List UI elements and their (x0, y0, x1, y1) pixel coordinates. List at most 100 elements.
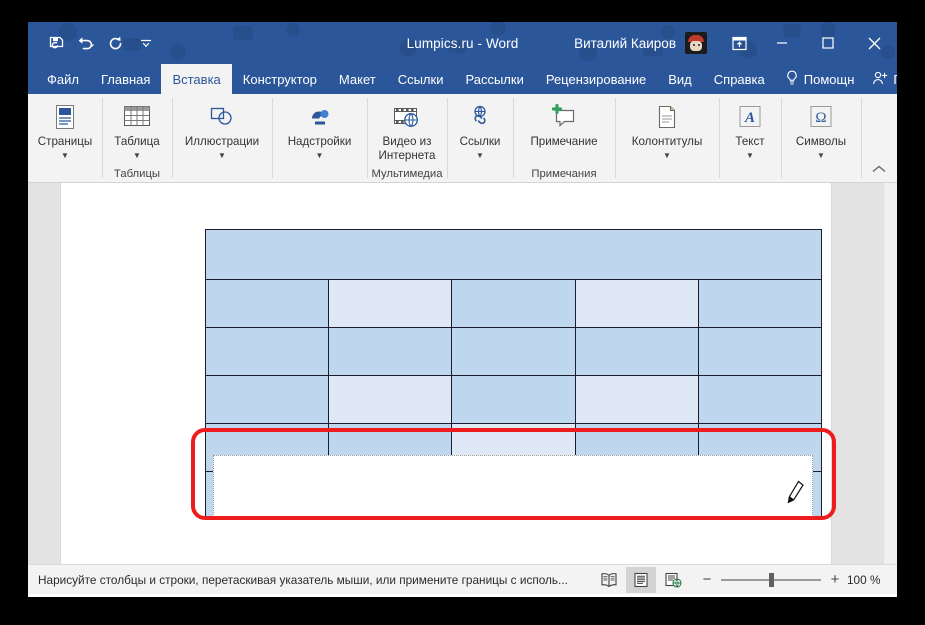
group-title-tables: Таблицы (113, 168, 161, 180)
pages-button[interactable]: Страницы ▼ (28, 99, 102, 160)
titlebar-right: Виталий Каиров (574, 22, 897, 64)
symbols-button[interactable]: Ω Символы ▼ (786, 99, 856, 160)
undo-icon[interactable] (72, 30, 100, 56)
omega-icon: Ω (805, 101, 837, 133)
maximize-button[interactable] (805, 22, 851, 64)
header-footer-button[interactable]: Колонтитулы ▼ (622, 99, 713, 160)
tab-view[interactable]: Вид (657, 64, 703, 94)
table-cell[interactable] (204, 375, 330, 424)
svg-text:A: A (744, 110, 755, 126)
tell-me-label: Помощн (803, 71, 855, 87)
link-icon (464, 101, 496, 133)
tab-design[interactable]: Конструктор (232, 64, 328, 94)
table-cell[interactable] (697, 327, 823, 376)
table-cell[interactable] (328, 279, 453, 328)
table-cell[interactable] (204, 327, 330, 376)
zoom-in-button[interactable]: + (827, 572, 843, 587)
close-button[interactable] (851, 22, 897, 64)
tab-insert[interactable]: Вставка (161, 64, 232, 94)
tab-layout[interactable]: Макет (328, 64, 387, 94)
collapse-ribbon-icon[interactable] (871, 161, 887, 179)
new-comment-button[interactable]: Примечание (520, 99, 607, 149)
save-icon[interactable] (42, 30, 70, 56)
customize-qat-icon[interactable] (132, 30, 160, 56)
drawn-table-cell[interactable] (213, 455, 813, 517)
table-cell[interactable] (574, 327, 699, 376)
header-footer-caret-icon[interactable]: ▼ (663, 151, 671, 160)
addins-button[interactable]: Надстройки ▼ (278, 99, 362, 160)
status-bar: Нарисуйте столбцы и строки, перетаскивая… (28, 564, 897, 594)
addins-label: Надстройки (287, 135, 352, 148)
table-row[interactable] (204, 375, 823, 424)
text-caret-icon[interactable]: ▼ (746, 151, 754, 160)
pages-label: Страницы (37, 135, 93, 148)
illustrations-button[interactable]: Иллюстрации ▼ (175, 99, 269, 160)
print-layout-view-button[interactable] (626, 566, 656, 593)
header-footer-icon (651, 101, 683, 133)
table-cell[interactable] (697, 279, 823, 328)
word-window: Lumpics.ru - Word Виталий Каиров Файл Гл… (28, 22, 897, 597)
zoom-level-label[interactable]: 100 % (847, 573, 887, 587)
table-button[interactable]: Таблица ▼ (104, 99, 169, 160)
tell-me-box[interactable]: Помощн (776, 64, 864, 94)
illustrations-icon (206, 101, 238, 133)
table-cell[interactable] (697, 375, 823, 424)
table-cell-merged-header[interactable] (205, 229, 822, 280)
new-comment-label: Примечание (530, 135, 598, 148)
table-caret-icon[interactable]: ▼ (133, 151, 141, 160)
table-cell[interactable] (328, 327, 453, 376)
account-name[interactable]: Виталий Каиров (574, 36, 676, 51)
share-button[interactable]: Поделиться (863, 64, 897, 94)
avatar[interactable] (685, 32, 707, 54)
pages-icon (49, 101, 81, 133)
table-row[interactable] (204, 327, 823, 376)
tab-mailings[interactable]: Рассылки (454, 64, 534, 94)
ribbon-group-pages: Страницы ▼ (28, 94, 102, 182)
document-page[interactable] (60, 183, 836, 564)
table-row-header[interactable] (205, 229, 822, 280)
zoom-slider-thumb[interactable] (769, 572, 774, 587)
read-mode-view-button[interactable] (594, 567, 624, 593)
table-cell[interactable] (204, 279, 330, 328)
ribbon-group-illustrations: Иллюстрации ▼ (172, 94, 272, 182)
redo-icon[interactable] (102, 30, 130, 56)
ribbon-group-text: A Текст ▼ (719, 94, 781, 182)
tab-references[interactable]: Ссылки (387, 64, 455, 94)
table-cell[interactable] (328, 375, 453, 424)
person-add-icon (872, 70, 888, 89)
links-label: Ссылки (459, 135, 501, 148)
web-layout-view-button[interactable] (658, 567, 688, 593)
links-button[interactable]: Ссылки ▼ (450, 99, 511, 160)
document-area[interactable] (28, 183, 897, 564)
vertical-scrollbar[interactable] (883, 183, 897, 564)
new-comment-icon (548, 101, 580, 133)
ribbon: Страницы ▼ Таблица ▼ Таблицы Иллюстрации… (28, 94, 897, 183)
ribbon-group-links: Ссылки ▼ (447, 94, 513, 182)
tab-review[interactable]: Рецензирование (535, 64, 657, 94)
tab-file[interactable]: Файл (36, 64, 90, 94)
symbols-caret-icon[interactable]: ▼ (817, 151, 825, 160)
tab-help[interactable]: Справка (703, 64, 776, 94)
tab-home[interactable]: Главная (90, 64, 161, 94)
addins-caret-icon[interactable]: ▼ (316, 151, 324, 160)
online-video-button[interactable]: Видео из Интернета (367, 99, 447, 162)
table-cell[interactable] (451, 375, 576, 424)
minimize-button[interactable] (759, 22, 805, 64)
table-label: Таблица (114, 135, 160, 148)
zoom-slider[interactable] (721, 572, 821, 587)
table-row[interactable] (204, 279, 823, 328)
table-cell[interactable] (451, 279, 576, 328)
ribbon-display-options-icon[interactable] (719, 22, 759, 64)
table-cell[interactable] (574, 279, 699, 328)
zoom-out-button[interactable]: − (699, 572, 715, 587)
lightbulb-icon (785, 70, 799, 89)
pages-caret-icon[interactable]: ▼ (61, 151, 69, 160)
table-cell[interactable] (451, 327, 576, 376)
group-title-media: Мультимедиа (371, 168, 443, 180)
illustrations-caret-icon[interactable]: ▼ (218, 151, 226, 160)
text-button[interactable]: A Текст ▼ (721, 99, 779, 160)
zoom-control[interactable]: − + (699, 572, 843, 587)
pencil-cursor (785, 479, 807, 510)
table-cell[interactable] (574, 375, 699, 424)
links-caret-icon[interactable]: ▼ (476, 151, 484, 160)
